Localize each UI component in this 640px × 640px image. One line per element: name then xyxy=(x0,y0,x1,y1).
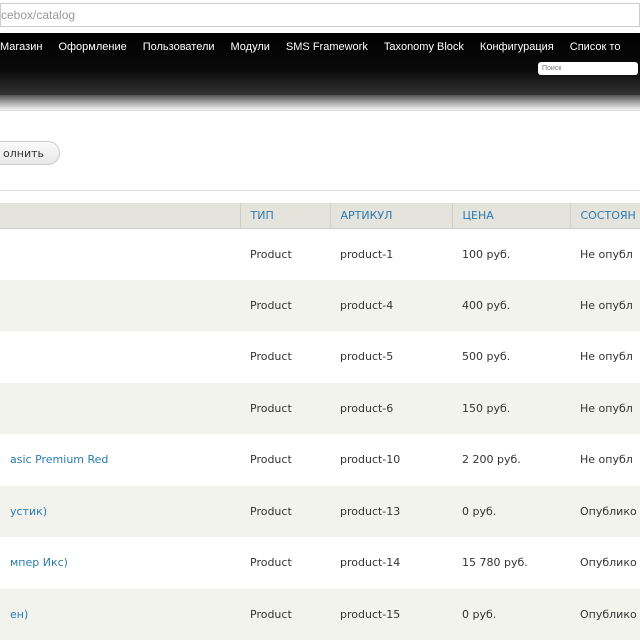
cell-sku: product-1 xyxy=(330,228,452,280)
menu-item[interactable]: Taxonomy Block xyxy=(384,41,464,53)
cell-type: Product xyxy=(240,537,330,589)
cell-title[interactable] xyxy=(0,382,240,434)
table-row: Product product-1 100 руб. Не опубл xyxy=(0,228,640,280)
cell-type: Product xyxy=(240,228,330,280)
cell-type: Product xyxy=(240,485,330,537)
cell-title[interactable]: устик) xyxy=(0,485,240,537)
table-row: мпер Икс) Product product-14 15 780 руб. Опу… xyxy=(0,537,640,589)
cell-status: Опублико xyxy=(570,588,640,640)
divider xyxy=(0,190,640,191)
cell-price: 15 780 руб. xyxy=(452,537,570,589)
cell-type: Product xyxy=(240,434,330,486)
divider xyxy=(0,110,640,111)
column-header[interactable]: АРТИКУЛ xyxy=(329,203,452,229)
cell-title[interactable] xyxy=(0,279,240,331)
cell-sku: product-14 xyxy=(330,537,452,589)
column-header[interactable]: ЦЕНА xyxy=(451,203,570,229)
address-bar[interactable]: cebox/catalog xyxy=(0,3,640,27)
cell-price: 2 200 руб. xyxy=(452,434,570,486)
table-row: asic Premium Red Product product-10 2 200 р… xyxy=(0,434,640,486)
cell-sku: product-13 xyxy=(330,485,452,537)
cell-status: Не опубл xyxy=(570,279,640,331)
cell-price: 400 руб. xyxy=(452,279,570,331)
cell-price: 100 руб. xyxy=(452,228,570,280)
cell-type: Product xyxy=(240,382,330,434)
cell-price: 0 руб. xyxy=(452,485,570,537)
cell-title[interactable]: asic Premium Red xyxy=(0,434,240,486)
menu-item[interactable]: SMS Framework xyxy=(286,41,368,53)
table-row: Product product-5 500 руб. Не опубл xyxy=(0,331,640,383)
cell-title[interactable]: ен) xyxy=(0,588,240,640)
cell-type: Product xyxy=(240,279,330,331)
column-header[interactable]: СОСТОЯН xyxy=(569,203,640,229)
table-row: ен) Product product-15 0 руб. Опублико xyxy=(0,588,640,640)
cell-price: 500 руб. xyxy=(452,331,570,383)
cell-type: Product xyxy=(240,331,330,383)
menu-item[interactable]: Магазин xyxy=(0,41,42,53)
menu-item[interactable]: Оформление xyxy=(58,41,126,53)
menu-item[interactable]: Конфигурация xyxy=(480,41,554,53)
cell-sku: product-4 xyxy=(330,279,452,331)
cell-price: 0 руб. xyxy=(452,588,570,640)
column-header[interactable]: ТИП xyxy=(239,203,330,229)
cell-status: Не опубл xyxy=(570,434,640,486)
table-row: Product product-4 400 руб. Не опубл xyxy=(0,279,640,331)
cell-sku: product-6 xyxy=(330,382,452,434)
cell-sku: product-10 xyxy=(330,434,452,486)
menu-item[interactable]: Модули xyxy=(231,41,270,53)
execute-button[interactable]: олнить xyxy=(0,141,60,165)
cell-title[interactable] xyxy=(0,228,240,280)
admin-menu: Магазин Оформление Пользователи Модули SMS F… xyxy=(0,33,640,95)
cell-status: Опублико xyxy=(570,537,640,589)
cell-sku: product-15 xyxy=(330,588,452,640)
search-input[interactable] xyxy=(538,62,638,75)
cell-type: Product xyxy=(240,588,330,640)
cell-status: Не опубл xyxy=(570,228,640,280)
table-row: устик) Product product-13 0 руб. Опублико xyxy=(0,485,640,537)
menu-item[interactable]: Пользователи xyxy=(143,41,215,53)
cell-price: 150 руб. xyxy=(452,382,570,434)
menu-shadow xyxy=(0,95,640,111)
cell-status: Не опубл xyxy=(570,331,640,383)
cell-status: Не опубл xyxy=(570,382,640,434)
cell-title[interactable] xyxy=(0,331,240,383)
cell-title[interactable]: мпер Икс) xyxy=(0,537,240,589)
menu-item[interactable]: Список то xyxy=(570,41,621,53)
cell-status: Опублико xyxy=(570,485,640,537)
table-row: Product product-6 150 руб. Не опубл xyxy=(0,382,640,434)
column-header xyxy=(0,203,240,229)
cell-sku: product-5 xyxy=(330,331,452,383)
catalog-table: ТИП АРТИКУЛ ЦЕНА СОСТОЯН Product product-1 10… xyxy=(0,203,640,640)
